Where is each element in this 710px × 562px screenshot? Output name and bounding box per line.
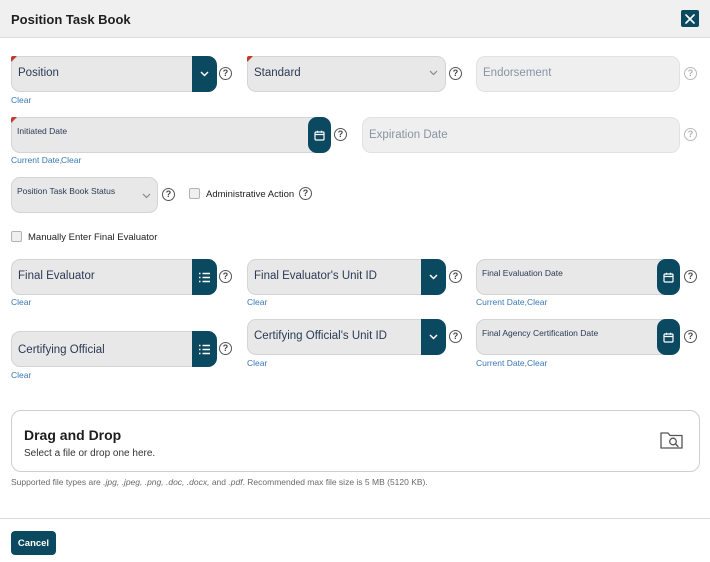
initiated-date-help-icon[interactable]: ? [334,128,347,141]
final-evaluator-label: Final Evaluator [18,270,95,282]
calendar-icon [314,130,325,141]
administrative-action-checkbox[interactable] [189,188,200,199]
certifying-official-unit-label: Certifying Official's Unit ID [254,330,387,342]
endorsement-field: Endorsement [476,56,680,92]
dropzone-subtitle: Select a file or drop one here. [24,448,156,459]
final-evaluator-unit-dropdown-button[interactable] [421,259,446,295]
certifying-official-unit-help-icon[interactable]: ? [449,330,462,343]
expiration-date-field: Expiration Date [362,117,680,153]
list-icon [199,344,210,354]
initiated-date-field[interactable]: Initiated Date [11,117,331,153]
initiated-date-clear-link[interactable]: Clear [61,155,81,165]
administrative-action-label: Administrative Action [206,189,295,200]
close-icon [685,13,695,24]
dialog-title: Position Task Book [11,12,131,27]
final-evaluation-date-help-icon[interactable]: ? [684,270,697,283]
footer-divider [0,518,710,519]
chevron-down-icon [200,71,209,77]
final-evaluator-unit-help-icon[interactable]: ? [449,270,462,283]
note-and: and [209,477,229,487]
file-dropzone[interactable]: Drag and Drop Select a file or drop one … [11,410,700,472]
position-clear-link[interactable]: Clear [11,95,31,105]
certifying-official-list-button[interactable] [192,331,217,367]
certifying-official-clear-link[interactable]: Clear [11,370,31,380]
certifying-official-field[interactable]: Certifying Official [11,331,217,367]
final-agency-cert-date-current-link[interactable]: Current Date, [476,358,527,368]
endorsement-help-icon[interactable]: ? [684,67,697,80]
final-evaluation-date-calendar-button[interactable] [657,259,680,295]
list-icon [199,272,210,282]
expiration-date-label: Expiration Date [369,129,448,141]
final-agency-cert-date-label: Final Agency Certification Date [482,328,599,338]
file-type-note: Supported file types are .jpg, .jpeg, .p… [11,477,428,487]
final-evaluator-unit-select[interactable]: Final Evaluator's Unit ID [247,259,446,295]
final-agency-cert-date-calendar-button[interactable] [657,319,680,355]
chevron-down-icon [429,274,438,280]
final-agency-cert-date-field[interactable]: Final Agency Certification Date [476,319,680,355]
ptb-status-label: Position Task Book Status [17,186,116,196]
note-suffix: . Recommended max file size is 5 MB (512… [242,477,428,487]
calendar-icon [663,272,674,283]
standard-help-icon[interactable]: ? [449,67,462,80]
position-help-icon[interactable]: ? [219,67,232,80]
final-evaluation-date-field[interactable]: Final Evaluation Date [476,259,680,295]
final-evaluator-help-icon[interactable]: ? [219,270,232,283]
final-agency-cert-date-help-icon[interactable]: ? [684,330,697,343]
manual-evaluator-label: Manually Enter Final Evaluator [28,232,158,243]
standard-select[interactable]: Standard [247,56,446,92]
folder-search-icon [660,432,683,449]
expiration-date-help-icon[interactable]: ? [684,128,697,141]
certifying-official-unit-clear-link[interactable]: Clear [247,358,267,368]
final-evaluator-unit-clear-link[interactable]: Clear [247,297,267,307]
position-dropdown-button[interactable] [192,56,217,92]
final-evaluator-list-button[interactable] [192,259,217,295]
certifying-official-unit-dropdown-button[interactable] [421,319,446,355]
initiated-date-current-link[interactable]: Current Date, [11,155,62,165]
ptb-status-help-icon[interactable]: ? [162,188,175,201]
dialog-header: Position Task Book [0,0,710,38]
certifying-official-unit-select[interactable]: Certifying Official's Unit ID [247,319,446,355]
chevron-down-icon [142,193,151,199]
note-types: .jpg, .jpeg, .png, .doc, .docx, [103,477,210,487]
final-evaluator-clear-link[interactable]: Clear [11,297,31,307]
endorsement-label: Endorsement [483,67,552,79]
final-evaluation-date-label: Final Evaluation Date [482,268,563,278]
initiated-date-calendar-button[interactable] [308,117,331,153]
ptb-status-select[interactable]: Position Task Book Status [11,177,158,213]
final-evaluator-unit-label: Final Evaluator's Unit ID [254,270,377,282]
dropzone-title: Drag and Drop [24,427,122,443]
administrative-action-help-icon[interactable]: ? [299,187,312,200]
cancel-button[interactable]: Cancel [11,531,56,555]
note-prefix: Supported file types are [11,477,104,487]
note-last-type: .pdf [228,477,243,487]
position-label: Position [18,67,59,79]
initiated-date-label: Initiated Date [17,126,68,136]
manual-evaluator-checkbox[interactable] [11,231,22,242]
certifying-official-label: Certifying Official [18,344,105,356]
final-evaluator-field[interactable]: Final Evaluator [11,259,217,295]
chevron-down-icon [429,70,438,76]
final-agency-cert-date-clear-link[interactable]: Clear [527,358,547,368]
final-evaluation-date-current-link[interactable]: Current Date, [476,297,527,307]
chevron-down-icon [429,334,438,340]
certifying-official-help-icon[interactable]: ? [219,342,232,355]
calendar-icon [663,332,674,343]
position-select[interactable]: Position [11,56,217,92]
standard-label: Standard [254,67,301,79]
final-evaluation-date-clear-link[interactable]: Clear [527,297,547,307]
close-button[interactable] [681,10,699,27]
